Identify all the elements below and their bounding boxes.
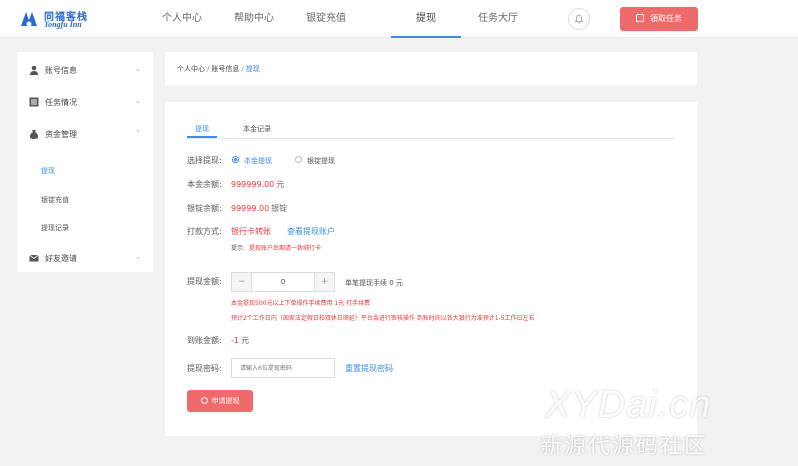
nav-personal-center[interactable]: 个人中心 — [147, 0, 217, 38]
top-navbar: 同福客栈 Tongfu Inn 个人中心 帮助中心 银锭充值 提现 任务大厅 領… — [0, 0, 798, 38]
tab-divider — [187, 138, 675, 139]
breadcrumb-separator: / — [241, 65, 244, 73]
principal-balance-unit: 元 — [276, 180, 285, 189]
radio-silver-withdraw[interactable] — [295, 156, 302, 163]
breadcrumb-item[interactable]: 账号信息 — [211, 65, 239, 73]
processing-time-note: 预计2个工作日内（国家法定假日和双休日顺延）平台会进行审核操作 到账时间以各大银… — [231, 315, 535, 322]
payout-method-label: 打款方式: — [187, 227, 222, 236]
claim-task-button[interactable]: 領取任务 — [620, 7, 698, 31]
sidebar-item-withdraw-records[interactable]: 提现记录 — [41, 223, 69, 233]
money-icon — [29, 130, 39, 139]
radio-silver-label[interactable]: 银锭提现 — [307, 156, 335, 166]
breadcrumb-bar: 个人中心 / 账号信息 / 提现 — [165, 52, 697, 85]
check-circle-icon — [200, 397, 208, 404]
logo-text-en: Tongfu Inn — [44, 20, 82, 29]
sidebar-group-account[interactable]: 账号信息 ⌄ — [17, 54, 153, 86]
received-amount-value: -1 元 — [231, 335, 249, 346]
nav-help-center[interactable]: 帮助中心 — [219, 0, 289, 38]
silver-balance-amount: 99999.00 — [231, 204, 270, 213]
logo-mark-icon — [21, 12, 37, 27]
principal-balance-amount: 999999.00 — [231, 180, 275, 189]
withdraw-password-input[interactable] — [231, 358, 335, 378]
notification-button[interactable] — [568, 8, 590, 30]
payout-tip-key: 提示: — [231, 245, 246, 252]
radio-principal-withdraw[interactable] — [232, 156, 239, 163]
sidebar: 账号信息 ⌄ 任务情况 ⌄ 资金管理 ⌃ 提现 银锭充值 提现记录 好友邀请 ⌄ — [17, 52, 153, 272]
withdraw-type-label: 选择提现: — [187, 156, 222, 165]
sidebar-group-invite[interactable]: 好友邀请 ⌄ — [17, 242, 153, 274]
tab-principal-records[interactable]: 本金记录 — [233, 124, 281, 134]
calendar-icon — [636, 14, 644, 22]
chevron-down-icon: ⌄ — [135, 253, 141, 261]
amount-input[interactable]: 0 — [252, 273, 314, 291]
decrement-button[interactable]: − — [232, 273, 252, 291]
site-logo[interactable]: 同福客栈 Tongfu Inn — [18, 6, 110, 32]
breadcrumb-separator: / — [207, 65, 210, 73]
sidebar-group-label: 资金管理 — [45, 130, 77, 139]
payout-method-value: 银行卡转账 — [231, 227, 271, 236]
sidebar-group-label: 好友邀请 — [45, 254, 77, 263]
nav-silver-recharge[interactable]: 银锭充值 — [291, 0, 361, 38]
chevron-down-icon: ⌄ — [135, 65, 141, 73]
silver-balance-label: 银锭余额: — [187, 204, 222, 213]
chevron-down-icon: ⌄ — [135, 97, 141, 105]
nav-task-hall[interactable]: 任务大厅 — [463, 0, 533, 38]
nav-withdraw[interactable]: 提现 — [391, 0, 461, 38]
reset-password-link[interactable]: 重置提现密码 — [345, 363, 393, 374]
breadcrumb-item[interactable]: 个人中心 — [177, 65, 205, 73]
received-amount-unit: 元 — [240, 336, 249, 345]
principal-balance-label: 本金余额: — [187, 180, 222, 189]
watermark-text-en: XYDai.cn — [545, 384, 712, 426]
watermark-text-cn: 新源代源码社区 — [540, 434, 709, 459]
breadcrumb-current: 提现 — [245, 65, 260, 73]
bell-icon — [574, 14, 584, 24]
silver-balance-value: 99999.00 银锭 — [231, 203, 287, 214]
sidebar-group-label: 账号信息 — [45, 66, 77, 75]
withdraw-amount-label: 提现金额: — [187, 277, 222, 286]
view-account-link[interactable]: 查看提现账户 — [287, 226, 335, 237]
sidebar-item-silver-recharge[interactable]: 银锭充值 — [41, 195, 69, 205]
sidebar-group-label: 任务情况 — [45, 98, 77, 107]
sidebar-group-tasks[interactable]: 任务情况 ⌄ — [17, 86, 153, 118]
fee-text: 单笔提现手续 0 元 — [345, 279, 403, 287]
chevron-up-icon: ⌃ — [135, 129, 141, 137]
user-icon — [30, 65, 38, 75]
received-amount-number: -1 — [231, 336, 239, 345]
tab-withdraw[interactable]: 提现 — [187, 124, 217, 134]
increment-button[interactable]: + — [314, 273, 334, 291]
payout-tip: 提示: 提现账户后期请一致绑行卡 — [231, 243, 321, 252]
fee-note: 本金提现500元以上下单操作手续费用 1元 打手续费 — [231, 300, 371, 307]
amount-stepper[interactable]: − 0 + — [231, 272, 335, 292]
sidebar-group-finance[interactable]: 资金管理 ⌃ — [17, 118, 153, 150]
received-amount-label: 到账金额: — [187, 336, 222, 345]
apply-withdraw-button[interactable]: 申请提现 — [187, 390, 253, 412]
claim-task-label: 領取任务 — [650, 14, 682, 23]
breadcrumb: 个人中心 / 账号信息 / 提现 — [177, 64, 260, 74]
withdraw-password-label: 提现密码: — [187, 364, 222, 373]
radio-principal-label[interactable]: 本金提现 — [244, 156, 272, 166]
mail-icon — [29, 254, 39, 262]
tab-active-indicator — [187, 136, 217, 138]
principal-balance-value: 999999.00 元 — [231, 179, 284, 190]
payout-tip-text: 提现账户后期请一致绑行卡 — [249, 245, 322, 252]
list-icon — [29, 97, 39, 107]
sidebar-item-withdraw[interactable]: 提现 — [41, 166, 55, 176]
apply-withdraw-label: 申请提现 — [211, 397, 240, 405]
silver-balance-unit: 银锭 — [271, 204, 288, 213]
